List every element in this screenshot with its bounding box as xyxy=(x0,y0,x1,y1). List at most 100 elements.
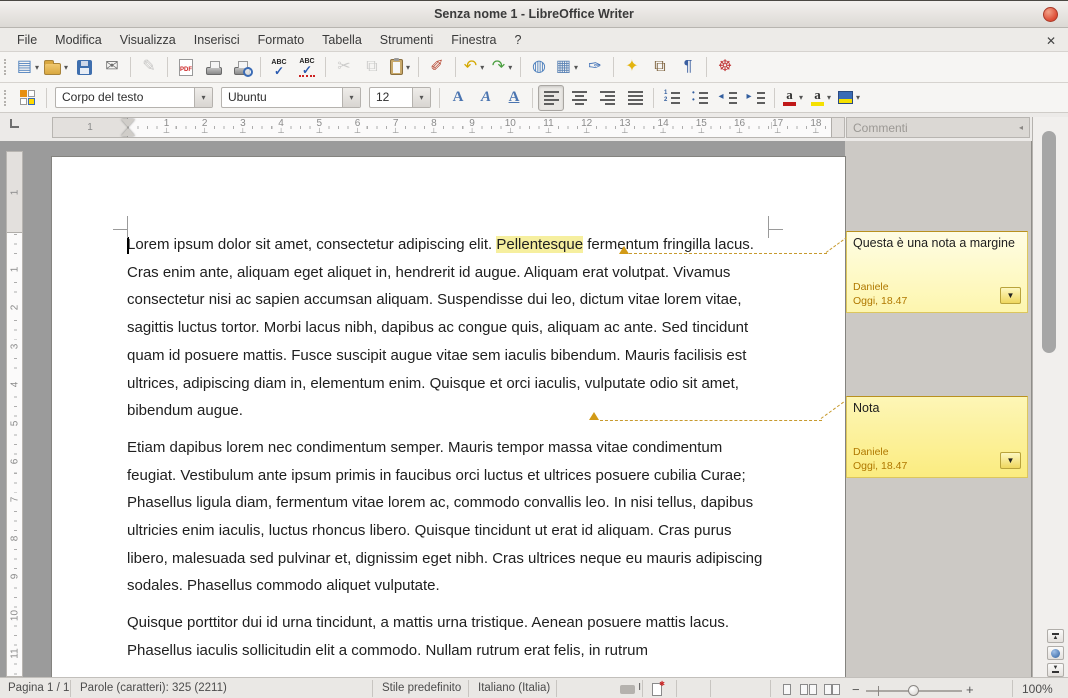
paste-button[interactable]: ▾ xyxy=(387,54,413,80)
undo-button[interactable]: ↶▾ xyxy=(461,54,487,80)
numbered-list-button[interactable] xyxy=(659,85,685,111)
language-status[interactable]: Italiano (Italia) xyxy=(478,682,550,694)
multi-page-view-button[interactable] xyxy=(800,684,818,698)
menu-modifica[interactable]: Modifica xyxy=(46,30,111,50)
vertical-scrollbar[interactable]: ▲ ▼ xyxy=(1032,117,1068,677)
help-button[interactable]: ☸ xyxy=(712,54,738,80)
open-button[interactable]: ▾ xyxy=(43,54,69,80)
page-style-status[interactable]: Stile predefinito xyxy=(382,682,461,694)
margin-comment-1[interactable]: Questa è una nota a margine Daniele Oggi… xyxy=(846,231,1028,313)
zoom-100-tick xyxy=(878,686,879,696)
bullet-list-button[interactable] xyxy=(687,85,713,111)
window-close-button[interactable] xyxy=(1043,7,1058,22)
chevron-down-icon[interactable]: ▾ xyxy=(574,63,578,72)
toolbar-drag-handle[interactable] xyxy=(4,90,10,106)
left-indent-marker[interactable] xyxy=(121,128,135,136)
menu-visualizza[interactable]: Visualizza xyxy=(111,30,185,50)
font-name-combo[interactable]: Ubuntu ▾ xyxy=(221,87,361,108)
navigator-button[interactable]: ✦ xyxy=(619,54,645,80)
single-page-view-button[interactable] xyxy=(783,684,792,698)
new-document-button[interactable]: ▤▾ xyxy=(15,54,41,80)
toolbar-drag-handle[interactable] xyxy=(4,59,10,75)
open-folder-icon xyxy=(44,63,61,75)
chevron-down-icon[interactable]: ▾ xyxy=(35,63,39,72)
ruler-number: 11 xyxy=(542,119,554,137)
toolbar-separator xyxy=(520,57,521,77)
styles-window-button[interactable] xyxy=(15,85,41,111)
spelling-button[interactable]: ABC✓ xyxy=(266,54,292,80)
comment-menu-button[interactable]: ▼ xyxy=(1000,287,1021,304)
menu-aiuto[interactable]: ? xyxy=(505,30,530,50)
page-number-status[interactable]: Pagina 1 / 1 xyxy=(8,682,69,694)
comments-ruler-button[interactable]: Commenti ◂ xyxy=(846,117,1030,138)
word-count-status[interactable]: Parole (caratteri): 325 (2211) xyxy=(80,682,227,694)
vertical-ruler[interactable]: 1 1234567891011 xyxy=(6,151,23,677)
insert-table-button[interactable]: ▦▾ xyxy=(554,54,580,80)
zoom-in-button[interactable]: + xyxy=(966,682,974,697)
chevron-down-icon[interactable]: ▾ xyxy=(508,63,512,72)
chevron-down-icon[interactable]: ▾ xyxy=(406,63,410,72)
menu-tabella[interactable]: Tabella xyxy=(313,30,371,50)
auto-spellcheck-button[interactable]: ABC✓ xyxy=(294,54,320,80)
menu-inserisci[interactable]: Inserisci xyxy=(185,30,249,50)
decrease-indent-button[interactable] xyxy=(715,85,741,111)
font-color-button[interactable]: a ▾ xyxy=(780,85,806,111)
font-size-combo[interactable]: 12 ▾ xyxy=(369,87,431,108)
unsaved-changes-icon[interactable] xyxy=(652,683,662,696)
clone-formatting-button[interactable]: ✐ xyxy=(424,54,450,80)
edit-pencil-icon: ✎ xyxy=(142,59,155,75)
increase-indent-button[interactable] xyxy=(743,85,769,111)
zoom-slider-thumb[interactable] xyxy=(908,685,919,696)
horizontal-ruler[interactable]: 1 123456789101112131415161718 xyxy=(52,117,845,138)
book-view-button[interactable] xyxy=(824,684,840,698)
gallery-button[interactable]: ⧉ xyxy=(647,54,673,80)
email-button[interactable]: ✉ xyxy=(99,54,125,80)
print-button[interactable] xyxy=(201,54,227,80)
draw-functions-button[interactable]: ✑ xyxy=(582,54,608,80)
chevron-down-icon[interactable]: ▾ xyxy=(856,93,860,102)
align-left-button[interactable] xyxy=(538,85,564,111)
margin-comment-2[interactable]: Nota Daniele Oggi, 18.47 ▼ xyxy=(846,396,1028,478)
paragraph-background-button[interactable]: ▾ xyxy=(836,85,862,111)
chevron-down-icon[interactable]: ▾ xyxy=(64,63,68,72)
hyperlink-button[interactable]: ◍ xyxy=(526,54,552,80)
chevron-down-icon[interactable]: ▾ xyxy=(412,88,430,107)
align-right-button[interactable] xyxy=(594,85,620,111)
scrollbar-thumb[interactable] xyxy=(1042,131,1056,353)
chevron-down-icon[interactable]: ▾ xyxy=(194,88,212,107)
highlight-color-button[interactable]: a ▾ xyxy=(808,85,834,111)
italic-button[interactable]: A xyxy=(473,85,499,111)
bold-button[interactable]: A xyxy=(445,85,471,111)
redo-button[interactable]: ↷▾ xyxy=(489,54,515,80)
export-pdf-button[interactable]: PDF xyxy=(173,54,199,80)
document-close-icon[interactable]: ✕ xyxy=(1042,32,1060,50)
tab-type-selector-icon[interactable] xyxy=(10,119,19,128)
menu-file[interactable]: File xyxy=(8,30,46,50)
chevron-down-icon[interactable]: ▾ xyxy=(799,93,803,102)
chevron-down-icon[interactable]: ▾ xyxy=(827,93,831,102)
previous-page-button[interactable]: ▲ xyxy=(1047,629,1064,643)
comment-connector-line xyxy=(629,253,827,254)
menu-strumenti[interactable]: Strumenti xyxy=(371,30,443,50)
insert-mode-icon[interactable] xyxy=(620,685,635,694)
first-line-indent-marker[interactable] xyxy=(121,119,135,127)
chevron-down-icon[interactable]: ▾ xyxy=(342,88,360,107)
next-page-button[interactable]: ▼ xyxy=(1047,663,1064,677)
align-justify-button[interactable] xyxy=(622,85,648,111)
menu-finestra[interactable]: Finestra xyxy=(442,30,505,50)
underline-button[interactable]: A xyxy=(501,85,527,111)
save-button[interactable] xyxy=(71,54,97,80)
print-preview-button[interactable] xyxy=(229,54,255,80)
align-center-button[interactable] xyxy=(566,85,592,111)
document-page[interactable]: Lorem ipsum dolor sit amet, consectetur … xyxy=(52,157,845,677)
menu-formato[interactable]: Formato xyxy=(249,30,314,50)
ruler-number: 18 xyxy=(809,119,822,137)
paragraph-style-combo[interactable]: Corpo del testo ▾ xyxy=(55,87,213,108)
navigation-button[interactable] xyxy=(1047,646,1064,660)
gallery-pictures-icon: ⧉ xyxy=(654,59,665,75)
zoom-out-button[interactable]: − xyxy=(852,682,860,697)
comment-menu-button[interactable]: ▼ xyxy=(1000,452,1021,469)
chevron-down-icon[interactable]: ▾ xyxy=(480,63,484,72)
formatting-marks-button[interactable]: ¶ xyxy=(675,54,701,80)
zoom-level-status[interactable]: 100% xyxy=(1022,682,1053,696)
